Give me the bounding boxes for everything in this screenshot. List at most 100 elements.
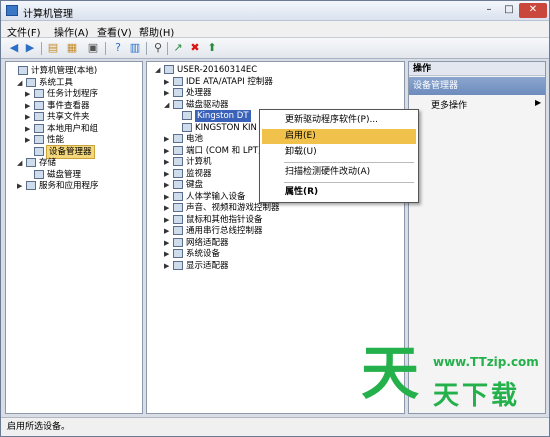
node-icon <box>173 191 183 201</box>
actions-section-device-manager[interactable]: 设备管理器 <box>409 77 545 95</box>
watermark-text: 天下载 <box>433 381 521 411</box>
node-icon <box>173 145 183 155</box>
window-title: 计算机管理 <box>23 9 73 20</box>
title-bar: 计算机管理 – □ ✕ <box>1 1 549 21</box>
update-driver-icon[interactable]: ↗ <box>171 41 185 55</box>
expand-arrow-icon[interactable]: ▶ <box>164 237 172 249</box>
expand-arrow-icon[interactable]: ▶ <box>164 260 172 272</box>
chevron-right-icon: ▶ <box>535 98 542 107</box>
device-label: IDE ATA/ATAPI 控制器 <box>186 76 273 87</box>
node-icon <box>26 77 36 87</box>
show-hide-tree-icon[interactable]: ▦ <box>65 41 79 55</box>
computer-management-window: 计算机管理 – □ ✕ 文件(F) 操作(A) 查看(V) 帮助(H) ◀ ▶ … <box>0 0 550 437</box>
node-icon <box>173 88 183 97</box>
site-watermark: 天 www.TTzip.com 天下载 <box>361 341 546 416</box>
expand-arrow-icon[interactable]: ▶ <box>25 123 33 135</box>
node-icon <box>173 134 183 143</box>
expand-arrow-icon[interactable]: ▶ <box>164 179 172 191</box>
navigation-tree: 计算机管理(本地) ◢ 系统工具 ▶ 任务计划程序 ▶ 事件查看器 ▶ 共享文件夹 ▶ 本地用户和组… <box>5 61 143 414</box>
node-icon <box>182 111 192 120</box>
device-label: 电池 <box>186 134 204 144</box>
expand-arrow-icon[interactable]: ▶ <box>164 156 172 168</box>
expand-arrow-icon[interactable]: ▶ <box>164 248 172 260</box>
watermark-logo: 天 <box>361 339 420 407</box>
actions-header: 操作 <box>409 62 545 76</box>
menu-help[interactable]: 帮助(H) <box>139 24 174 39</box>
view-icon[interactable]: ▥ <box>128 41 142 55</box>
expand-arrow-icon[interactable]: ▶ <box>25 100 33 112</box>
expand-arrow-icon[interactable]: ▶ <box>164 214 172 226</box>
expand-arrow-icon[interactable]: ▶ <box>25 111 33 123</box>
nav-tree-label: 系统工具 <box>39 77 74 88</box>
menu-view[interactable]: 查看(V) <box>97 24 132 39</box>
context-menu: 更新驱动程序软件(P)... 启用(E) 卸载(U) 扫描检测硬件改动(A) 属… <box>259 109 419 203</box>
folder-up-icon[interactable]: ▤ <box>46 41 60 55</box>
collapse-arrow-icon[interactable]: ◢ <box>17 77 25 89</box>
menu-action[interactable]: 操作(A) <box>54 24 89 39</box>
expand-arrow-icon[interactable]: ▶ <box>164 168 172 180</box>
properties-icon[interactable]: ▣ <box>86 41 100 55</box>
nav-tree-label: 磁盘管理 <box>47 169 82 180</box>
ctx-separator <box>284 162 414 163</box>
expand-arrow-icon[interactable]: ▶ <box>164 133 172 145</box>
expand-arrow-icon[interactable]: ▶ <box>164 87 172 99</box>
nav-tree-label: 设备管理器 <box>46 144 95 159</box>
collapse-arrow-icon[interactable]: ◢ <box>17 157 25 169</box>
node-icon <box>173 203 183 212</box>
expand-arrow-icon[interactable]: ▶ <box>164 145 172 157</box>
node-icon <box>182 122 192 132</box>
expand-arrow-icon[interactable]: ▶ <box>164 191 172 203</box>
nav-tree-label: 性能 <box>47 135 65 145</box>
nav-tree-label: 服务和应用程序 <box>39 181 99 191</box>
node-icon <box>173 180 183 189</box>
device-label: KINGSTON KIN <box>195 122 257 133</box>
close-button[interactable]: ✕ <box>519 3 547 18</box>
device-label: 处理器 <box>186 88 212 98</box>
device-label: 鼠标和其他指针设备 <box>186 214 263 225</box>
expand-arrow-icon[interactable]: ▶ <box>17 180 25 192</box>
enable-device-icon[interactable]: ⬆ <box>205 41 219 55</box>
ctx-uninstall[interactable]: 卸载(U) <box>262 145 416 160</box>
minimize-button[interactable]: – <box>479 3 499 18</box>
node-icon <box>173 260 183 270</box>
maximize-button[interactable]: □ <box>499 3 519 18</box>
collapse-arrow-icon[interactable]: ◢ <box>164 99 172 111</box>
expand-arrow-icon[interactable]: ▶ <box>164 76 172 88</box>
ctx-update-driver[interactable]: 更新驱动程序软件(P)... <box>262 113 416 128</box>
forward-icon[interactable]: ▶ <box>23 41 37 55</box>
toolbar-separator <box>105 42 106 55</box>
node-icon <box>173 214 183 224</box>
menu-bar: 文件(F) 操作(A) 查看(V) 帮助(H) <box>1 21 549 39</box>
scan-hardware-icon[interactable]: ⚲ <box>151 41 165 55</box>
expand-arrow-icon[interactable]: ▶ <box>25 134 33 146</box>
ctx-scan-hardware[interactable]: 扫描检测硬件改动(A) <box>262 165 416 180</box>
node-icon <box>18 66 28 75</box>
node-icon <box>26 181 36 190</box>
back-icon[interactable]: ◀ <box>7 41 21 55</box>
node-icon <box>26 158 36 167</box>
node-icon <box>173 157 183 166</box>
device-label: 通用串行总线控制器 <box>186 226 263 236</box>
ctx-enable[interactable]: 启用(E) <box>262 129 416 144</box>
help-icon[interactable]: ? <box>111 41 125 55</box>
uninstall-icon[interactable]: ✖ <box>188 41 202 55</box>
menu-file[interactable]: 文件(F) <box>7 24 41 39</box>
device-label: 声音、视频和游戏控制器 <box>186 203 280 213</box>
status-bar: 启用所选设备。 <box>1 417 549 436</box>
node-icon <box>173 226 183 235</box>
nav-tree-label: 本地用户和组 <box>47 123 99 134</box>
ctx-properties[interactable]: 属性(R) <box>262 185 416 200</box>
collapse-arrow-icon[interactable]: ◢ <box>155 64 163 76</box>
expand-arrow-icon[interactable]: ▶ <box>25 88 33 100</box>
expand-arrow-icon[interactable]: ▶ <box>164 202 172 214</box>
more-actions[interactable]: 更多操作 <box>431 98 467 111</box>
node-icon <box>173 76 183 86</box>
device-label: USER-20160314EC <box>177 65 258 75</box>
watermark-url: www.TTzip.com <box>433 355 539 369</box>
nav-tree-label: 计算机管理(本地) <box>31 66 98 76</box>
toolbar-separator <box>167 42 168 55</box>
device-label: 显示适配器 <box>186 260 229 271</box>
expand-arrow-icon[interactable]: ▶ <box>164 225 172 237</box>
node-icon <box>34 112 44 121</box>
toolbar-separator <box>146 42 147 55</box>
